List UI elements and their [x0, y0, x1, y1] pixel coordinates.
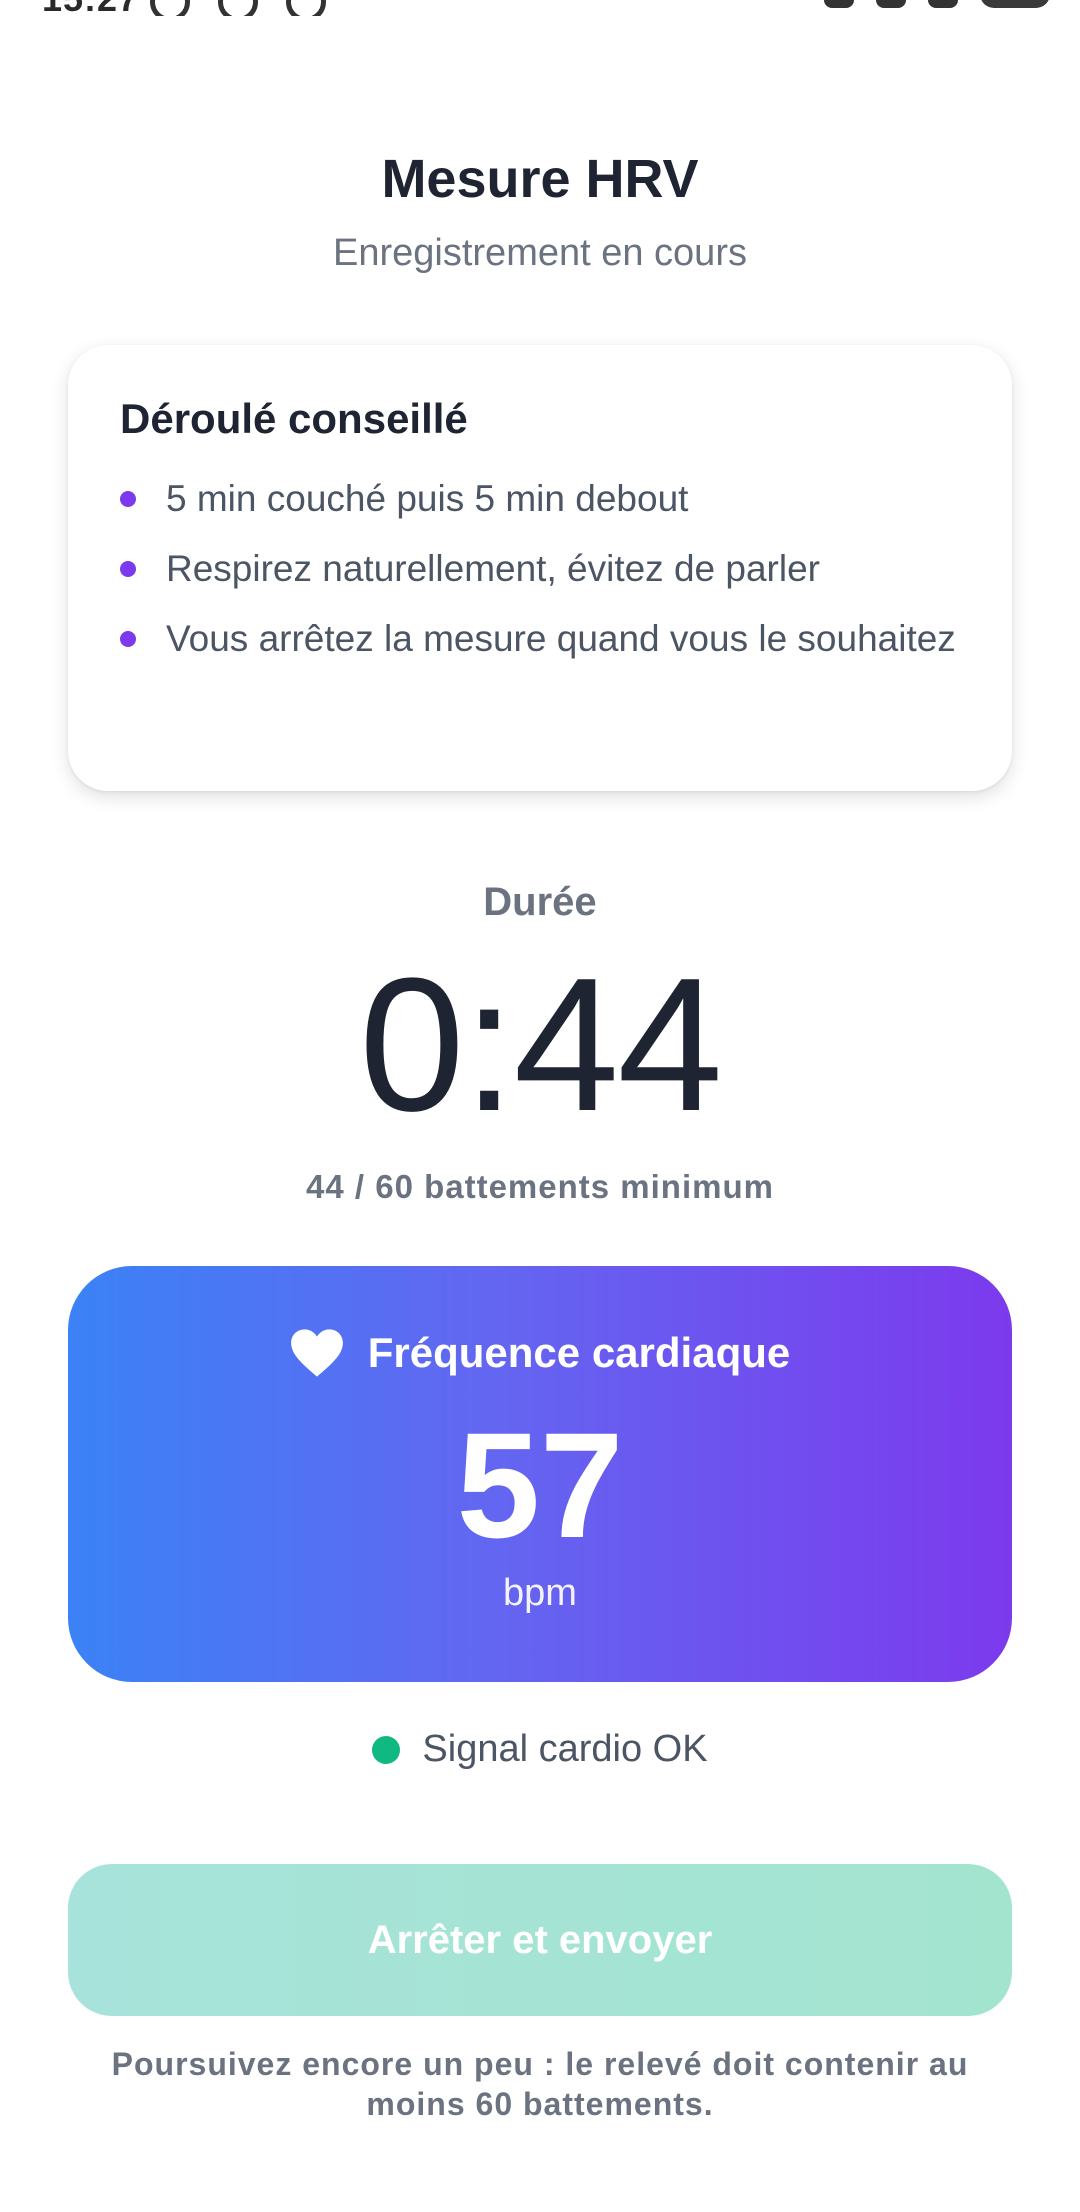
advice-item-text: Respirez naturellement, évitez de parler [166, 548, 820, 589]
page-subtitle: Enregistrement en cours [333, 232, 747, 274]
duration-timer: 0:44 [359, 939, 723, 1151]
bullet-icon [120, 631, 136, 647]
stop-and-send-button[interactable]: Arrêter et envoyer [68, 1864, 1012, 2016]
advice-item-text: 5 min couché puis 5 min debout [166, 478, 689, 519]
heart-rate-value: 57 [456, 1401, 624, 1569]
status-bar: 15:27 [0, 0, 1080, 16]
advice-title: Déroulé conseillé [120, 395, 468, 442]
system-icons [824, 0, 1050, 8]
heart-rate-title: Fréquence cardiaque [367, 1329, 791, 1376]
heart-rate-card: Fréquence cardiaque 57 bpm [68, 1266, 1012, 1682]
heart-rate-unit: bpm [503, 1572, 577, 1614]
page-title: Mesure HRV [381, 149, 699, 209]
bullet-icon [120, 561, 136, 577]
advice-item: Respirez naturellement, évitez de parler [120, 541, 960, 597]
battery-icon [980, 0, 1050, 8]
vibrate-icon [876, 0, 906, 8]
advice-list: 5 min couché puis 5 min debout Respirez … [120, 471, 960, 667]
advice-item-text: Vous arrêtez la mesure quand vous le sou… [166, 618, 956, 659]
bullet-icon [120, 491, 136, 507]
advice-item: Vous arrêtez la mesure quand vous le sou… [120, 611, 960, 667]
signal-status: Signal cardio OK [0, 1728, 1080, 1771]
whatsapp-icon [150, 0, 190, 16]
instagram-icon [286, 0, 326, 16]
signal-status-text: Signal cardio OK [422, 1728, 708, 1770]
alarm-icon [824, 0, 854, 8]
notification-icon [218, 0, 258, 16]
duration-label: Durée [483, 880, 597, 924]
heart-rate-header: Fréquence cardiaque [68, 1328, 1012, 1378]
signal-icon [928, 0, 958, 8]
beats-progress: 44 / 60 battements minimum [306, 1168, 774, 1205]
signal-status-dot [372, 1735, 401, 1764]
heart-icon [290, 1329, 343, 1377]
notification-icons [150, 0, 326, 16]
hint-text: Poursuivez encore un peu : le relevé doi… [111, 2046, 969, 2122]
advice-card: Déroulé conseillé 5 min couché puis 5 mi… [68, 345, 1012, 791]
status-time: 15:27 [42, 0, 139, 16]
advice-item: 5 min couché puis 5 min debout [120, 471, 960, 527]
